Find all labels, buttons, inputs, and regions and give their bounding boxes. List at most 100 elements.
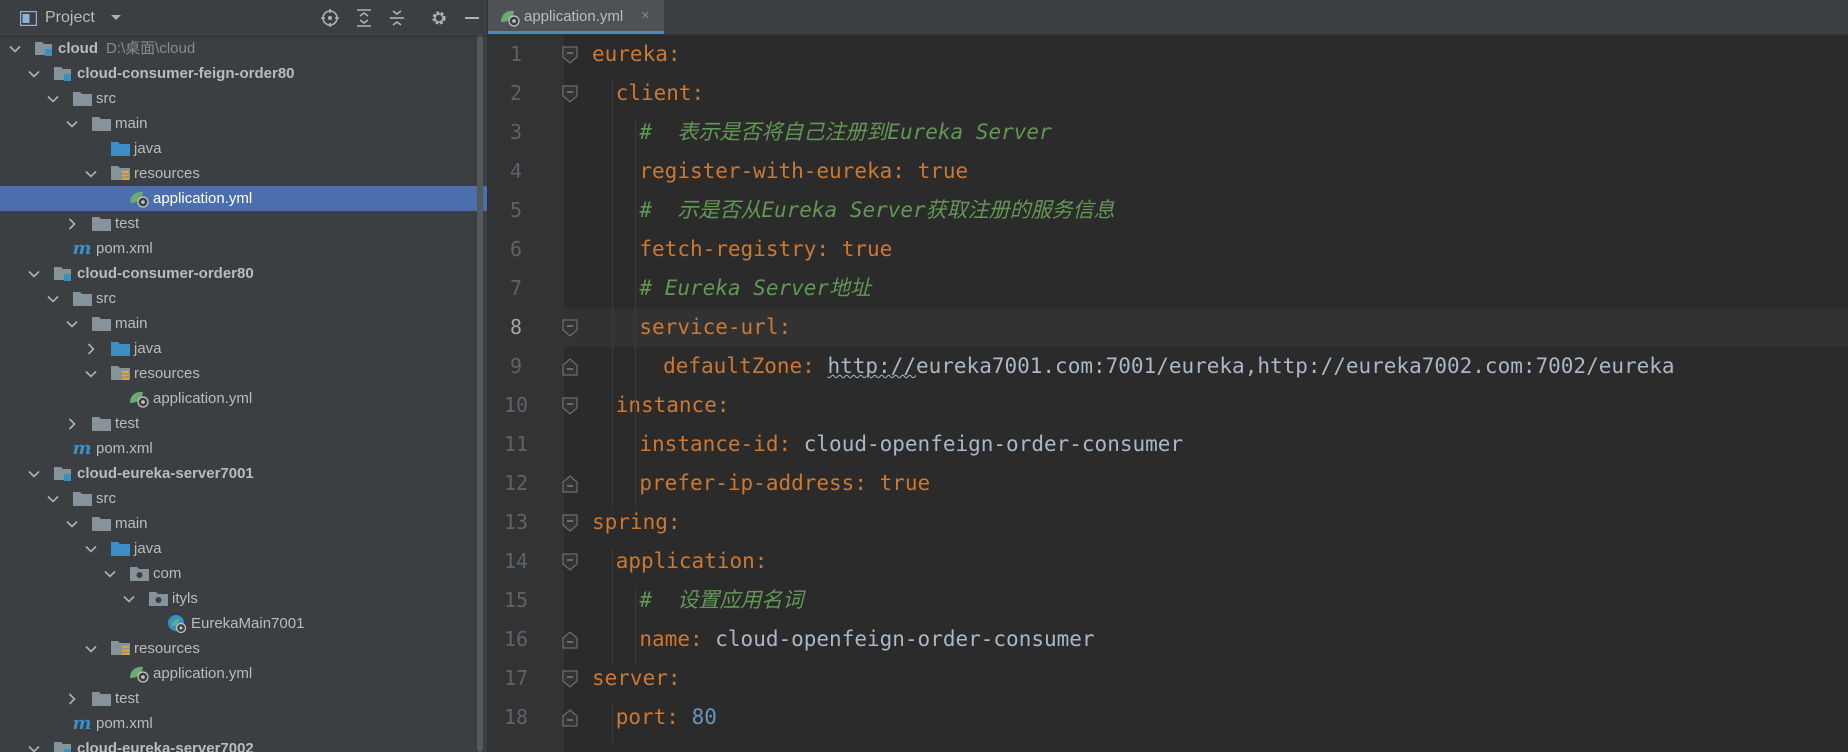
chevron-down-icon[interactable] [84,161,98,186]
fold-open-icon[interactable] [562,397,578,415]
tree-item[interactable]: resources [0,361,487,386]
tree-item[interactable]: m pom.xml [0,711,487,736]
tree-item-text: resources [134,640,200,657]
tree-item[interactable]: resources [0,636,487,661]
chevron-down-icon[interactable] [27,736,41,752]
code-line[interactable]: # 设置应用名词 [639,581,803,620]
code-line[interactable]: prefer-ip-address: true [639,464,930,503]
fold-end-icon[interactable] [562,709,578,727]
code-line[interactable]: service-url: [639,308,791,347]
close-icon[interactable]: × [641,7,650,24]
tree-item[interactable]: src [0,486,487,511]
fold-open-icon[interactable] [562,46,578,64]
gear-icon[interactable] [429,8,449,28]
tree-item[interactable]: test [0,686,487,711]
chevron-down-icon[interactable] [103,561,117,586]
code-line[interactable]: # 表示是否将自己注册到Eureka Server [639,113,1051,152]
tree-item[interactable]: java [0,536,487,561]
tree-item[interactable]: EurekaMain7001 [0,611,487,636]
code-line[interactable]: register-with-eureka: true [639,152,968,191]
tree-item-label: pom.xml [96,711,153,736]
chevron-down-icon[interactable] [8,36,22,61]
chevron-down-icon[interactable] [65,511,79,536]
tree-item[interactable]: cloud-consumer-feign-order80 [0,61,487,86]
code-line[interactable]: defaultZone: http://eureka7001.com:7001/… [663,347,1674,386]
fold-open-icon[interactable] [562,553,578,571]
project-scrollbar[interactable] [477,36,483,752]
chevron-down-icon[interactable] [106,8,126,28]
fold-open-icon[interactable] [562,85,578,103]
code-line[interactable]: client: [616,74,705,113]
code-line[interactable]: # 示是否从Eureka Server获取注册的服务信息 [639,191,1114,230]
code-key: : [778,432,804,456]
code-line[interactable]: instance: [616,386,730,425]
chevron-down-icon[interactable] [46,286,60,311]
tree-item[interactable]: m pom.xml [0,236,487,261]
chevron-down-icon[interactable] [84,536,98,561]
tree-item[interactable]: application.yml [0,386,487,411]
tree-item[interactable]: application.yml [0,186,487,211]
minimize-icon[interactable] [462,8,482,28]
code-line[interactable]: instance-id: cloud-openfeign-order-consu… [639,425,1183,464]
tree-item[interactable]: resources [0,161,487,186]
line-number: 18 [503,705,529,729]
code-comment: # Eureka Server地址 [639,276,872,300]
fold-open-icon[interactable] [562,670,578,688]
code-line[interactable]: eureka: [592,35,681,74]
tree-item[interactable]: main [0,311,487,336]
tree-item[interactable]: test [0,411,487,436]
code-line[interactable]: name: cloud-openfeign-order-consumer [639,620,1094,659]
tree-item[interactable]: java [0,136,487,161]
code-line[interactable]: port: 80 [616,698,717,737]
spring-yml-icon [129,389,149,408]
collapse-all-icon[interactable] [387,8,407,28]
code-editor[interactable]: application.yml × 1 2 3 4 5 6 7 8 9 10 11 12 13 14 15 1… [488,0,1848,752]
fold-end-icon[interactable] [562,475,578,493]
line-number: 9 [509,354,523,378]
line-number: 11 [503,432,529,456]
tree-item[interactable]: cloud-eureka-server7002 [0,736,487,752]
chevron-down-icon[interactable] [27,261,41,286]
code-line[interactable]: application: [616,542,768,581]
chevron-down-icon[interactable] [46,86,60,111]
chevron-right-icon[interactable] [84,336,98,361]
chevron-down-icon[interactable] [84,636,98,661]
fold-end-icon[interactable] [562,631,578,649]
code-line[interactable]: # Eureka Server地址 [639,269,871,308]
project-title[interactable]: Project [45,9,95,27]
tree-item[interactable]: m pom.xml [0,436,487,461]
chevron-down-icon[interactable] [122,586,136,611]
chevron-down-icon[interactable] [65,311,79,336]
tree-item[interactable]: main [0,511,487,536]
code-line[interactable]: fetch-registry: true [639,230,892,269]
tree-item[interactable]: cloud D:\桌面\cloud [0,36,487,61]
tree-item[interactable]: com [0,561,487,586]
fold-open-icon[interactable] [562,319,578,337]
tree-item-label: cloud D:\桌面\cloud [58,36,195,61]
chevron-down-icon[interactable] [27,61,41,86]
tree-item[interactable]: src [0,86,487,111]
chevron-down-icon[interactable] [46,486,60,511]
tree-item[interactable]: cloud-eureka-server7001 [0,461,487,486]
locate-file-icon[interactable] [320,8,340,28]
tree-item[interactable]: java [0,336,487,361]
tree-item[interactable]: src [0,286,487,311]
code-key: : [689,627,716,651]
fold-end-icon[interactable] [562,358,578,376]
project-tree: cloud D:\桌面\cloud cloud-consumer-feign-ord… [0,36,487,752]
chevron-down-icon[interactable] [65,111,79,136]
tab-application-yml[interactable]: application.yml × [488,0,664,34]
tree-item[interactable]: cloud-consumer-order80 [0,261,487,286]
chevron-down-icon[interactable] [84,361,98,386]
folder-icon [72,289,92,308]
chevron-right-icon[interactable] [65,686,79,711]
fold-open-icon[interactable] [562,514,578,532]
chevron-right-icon[interactable] [65,211,79,236]
tree-item[interactable]: ityls [0,586,487,611]
tree-item[interactable]: main [0,111,487,136]
tree-item[interactable]: test [0,211,487,236]
chevron-right-icon[interactable] [65,411,79,436]
tree-item[interactable]: application.yml [0,661,487,686]
chevron-down-icon[interactable] [27,461,41,486]
expand-all-icon[interactable] [354,8,374,28]
